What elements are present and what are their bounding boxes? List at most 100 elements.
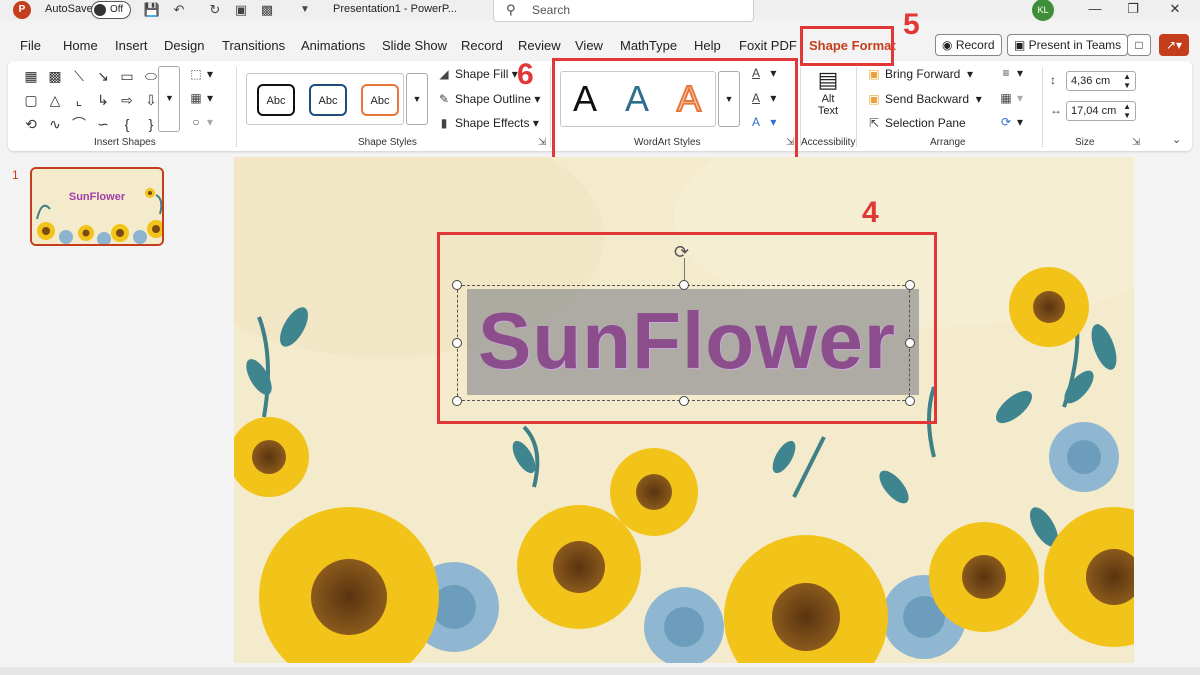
shape-style-preset-1[interactable]: Abc	[257, 84, 295, 116]
autosave-toggle[interactable]: Off	[91, 1, 131, 19]
tab-review[interactable]: Review	[518, 38, 561, 53]
merge-shapes-button[interactable]: ○ ▾	[188, 115, 213, 129]
tab-record[interactable]: Record	[461, 38, 503, 53]
group-separator	[550, 67, 551, 147]
comments-button[interactable]: □	[1127, 34, 1151, 56]
line-icon[interactable]: ⟍	[70, 67, 88, 85]
redo-icon[interactable]: ↻	[206, 1, 224, 19]
shape-width-input[interactable]: 17,04 cm ▲ ▼	[1066, 101, 1136, 121]
vertical-text-box-icon[interactable]: ▩	[46, 67, 64, 85]
scribble-icon[interactable]: ∿	[46, 115, 64, 133]
triangle-icon[interactable]: △	[46, 91, 64, 109]
width-stepper-icon[interactable]: ▲ ▼	[1123, 102, 1131, 120]
freeform-icon[interactable]: ⟲	[22, 115, 40, 133]
arrow-line-icon[interactable]: ↘	[94, 67, 112, 85]
text-box-icon[interactable]: ▦	[22, 67, 40, 85]
right-arrow-icon[interactable]: ⇨	[118, 91, 136, 109]
edit-shape-icon: ⬚	[190, 67, 202, 81]
arrange-label: Arrange	[930, 137, 966, 148]
tab-file[interactable]: File	[20, 38, 41, 53]
shape-gallery-more[interactable]: ▼	[158, 66, 180, 132]
shape-style-preset-2[interactable]: Abc	[309, 84, 347, 116]
status-bar	[0, 667, 1200, 675]
tab-home[interactable]: Home	[63, 38, 98, 53]
group-button[interactable]: ▦ ▾	[998, 91, 1023, 105]
tab-slide-show[interactable]: Slide Show	[382, 38, 447, 53]
tab-view[interactable]: View	[575, 38, 603, 53]
shape-styles-label: Shape Styles	[358, 137, 417, 148]
rotate-icon: ⟳	[1000, 115, 1012, 129]
save-icon[interactable]: 💾	[143, 1, 161, 19]
elbow-arrow-connector-icon[interactable]: ↳	[94, 91, 112, 109]
undo-icon[interactable]: ↶	[170, 1, 188, 19]
send-backward-label: Send Backward	[885, 92, 970, 106]
send-backward-button[interactable]: ▣ Send Backward ▾	[866, 92, 981, 106]
present-in-teams-button[interactable]: ▣ Present in Teams	[1007, 34, 1129, 56]
curve-icon[interactable]: ∽	[94, 115, 112, 133]
rounded-rectangle-icon[interactable]: ▢	[22, 91, 40, 109]
annotation-box-text-box	[437, 232, 937, 424]
shape-fill-button[interactable]: ◢ Shape Fill ▾	[436, 67, 517, 81]
restore-icon[interactable]: ❐	[1120, 0, 1146, 20]
autosave-state: Off	[110, 4, 124, 15]
shape-effects-button[interactable]: ▮ Shape Effects ▾	[436, 116, 539, 130]
collapse-ribbon-icon[interactable]: ⌄	[1172, 133, 1181, 146]
present-in-teams-label: Present in Teams	[1028, 38, 1122, 52]
height-stepper-icon[interactable]: ▲ ▼	[1123, 72, 1131, 90]
share-button[interactable]: ↗▾	[1159, 34, 1189, 56]
text-box-button[interactable]: ▦ ▾	[188, 91, 213, 105]
close-icon[interactable]: ✕	[1162, 0, 1188, 20]
annotation-box-shape-format	[800, 26, 894, 66]
shape-outline-label: Shape Outline	[455, 92, 532, 106]
annotation-number-5: 5	[903, 8, 920, 41]
record-button[interactable]: ◉ Record	[935, 34, 1002, 56]
customize-toolbar-icon[interactable]: ▼	[296, 1, 314, 19]
record-icon: ◉	[942, 38, 956, 52]
avatar[interactable]: KL	[1032, 0, 1054, 21]
shape-style-preset-3[interactable]: Abc	[361, 84, 399, 116]
document-title: Presentation1 - PowerP...	[333, 3, 457, 15]
shape-styles-launcher-icon[interactable]: ⇲	[538, 137, 546, 148]
shape-effects-label: Shape Effects	[455, 116, 530, 130]
tab-mathtype[interactable]: MathType	[620, 38, 677, 53]
bring-forward-button[interactable]: ▣ Bring Forward ▾	[866, 67, 973, 81]
powerpoint-logo-icon: P	[13, 1, 31, 19]
tab-help[interactable]: Help	[694, 38, 721, 53]
arc-icon[interactable]: ⌒	[70, 115, 88, 133]
paint-bucket-icon: ◢	[439, 67, 449, 81]
alt-text-button[interactable]: ▤ Alt Text	[812, 67, 844, 131]
slide-thumbnail[interactable]: SunFlower	[30, 167, 164, 246]
shape-styles-gallery[interactable]: Abc Abc Abc	[246, 73, 404, 125]
tab-transitions[interactable]: Transitions	[222, 38, 285, 53]
layout-icon[interactable]: ▩	[258, 1, 276, 19]
edit-shape-button[interactable]: ⬚ ▾	[188, 67, 213, 81]
group-icon: ▦	[1000, 91, 1012, 105]
alt-text-label-2: Text	[817, 105, 839, 117]
shape-styles-more[interactable]: ▼	[406, 73, 428, 125]
comment-icon: □	[1135, 38, 1143, 52]
elbow-connector-icon[interactable]: ⌞	[70, 91, 88, 109]
left-brace-icon[interactable]: {	[118, 115, 136, 133]
shape-outline-button[interactable]: ✎ Shape Outline ▾	[436, 92, 540, 106]
minimize-icon[interactable]: —	[1082, 0, 1108, 20]
align-icon: ≡	[1002, 66, 1010, 80]
align-button[interactable]: ≡ ▾	[998, 66, 1023, 80]
rotate-button[interactable]: ⟳ ▾	[998, 115, 1023, 129]
annotation-number-4: 4	[862, 196, 879, 229]
tab-insert[interactable]: Insert	[115, 38, 148, 53]
tab-design[interactable]: Design	[164, 38, 204, 53]
shape-height-input[interactable]: 4,36 cm ▲ ▼	[1066, 71, 1136, 91]
tab-foxit-pdf[interactable]: Foxit PDF	[739, 38, 797, 53]
search-box[interactable]: ⚲ Search	[493, 0, 754, 22]
autosave-label: AutoSave	[45, 3, 93, 15]
selection-pane-button[interactable]: ⇱ Selection Pane	[866, 116, 966, 130]
bring-forward-label: Bring Forward	[885, 67, 961, 81]
size-launcher-icon[interactable]: ⇲	[1132, 137, 1140, 148]
tab-animations[interactable]: Animations	[301, 38, 365, 53]
rectangle-icon[interactable]: ▭	[118, 67, 136, 85]
shape-effects-icon: ▮	[440, 116, 448, 130]
present-from-beginning-icon[interactable]: ▣	[232, 1, 250, 19]
thumbnail-flowers-image	[32, 169, 162, 244]
teams-icon: ▣	[1014, 38, 1029, 52]
group-separator	[800, 67, 801, 147]
